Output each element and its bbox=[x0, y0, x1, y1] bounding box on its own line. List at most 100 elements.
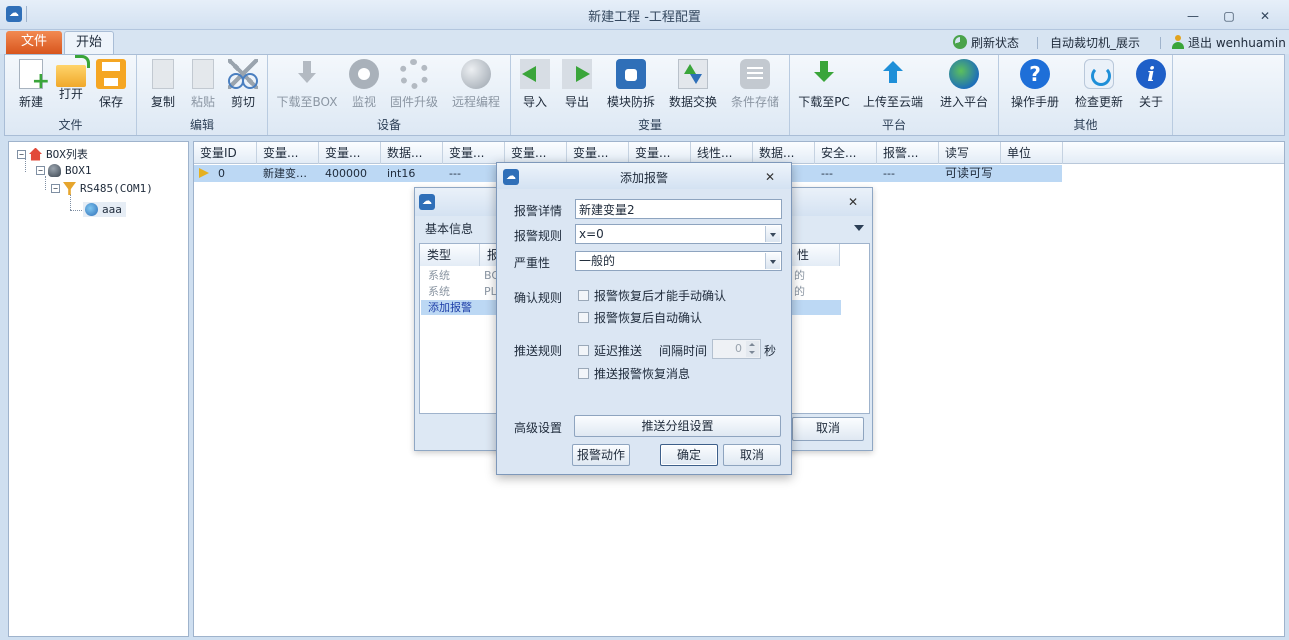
paste-button[interactable]: 粘贴 bbox=[185, 57, 221, 113]
update-icon bbox=[1084, 59, 1114, 89]
column-header[interactable]: 报警... bbox=[877, 142, 939, 164]
logout-label: 退出 wenhuamin bbox=[1188, 35, 1286, 50]
restore-button[interactable]: ▢ bbox=[1219, 8, 1239, 24]
column-header[interactable]: 读写 bbox=[939, 142, 1001, 164]
firmware-upgrade-button[interactable]: 固件升级 bbox=[386, 57, 442, 113]
new-file-icon bbox=[19, 59, 50, 94]
list-item[interactable]: 系统 bbox=[428, 268, 450, 284]
column-header-type[interactable]: 类型 bbox=[420, 244, 480, 266]
push-rule-label: 推送规则 bbox=[514, 344, 563, 358]
checkbox-icon bbox=[578, 345, 589, 356]
column-header[interactable]: 数据... bbox=[753, 142, 815, 164]
table-cell: 400000 bbox=[325, 167, 367, 180]
list-item[interactable]: 添加报警 bbox=[428, 300, 472, 316]
tree-node-aaa[interactable]: aaa bbox=[83, 202, 126, 217]
remote-programming-button[interactable]: 远程编程 bbox=[446, 57, 506, 113]
alarm-action-button[interactable]: 报警动作 bbox=[572, 444, 630, 466]
copy-button[interactable]: 复制 bbox=[145, 57, 181, 113]
tree-label-box1: BOX1 bbox=[65, 164, 92, 177]
column-header[interactable]: 变量... bbox=[505, 142, 567, 164]
column-header[interactable]: 单位 bbox=[1001, 142, 1063, 164]
logout-button[interactable]: 退出 wenhuamin bbox=[1172, 33, 1286, 51]
collapse-icon[interactable]: − bbox=[51, 184, 60, 193]
close-icon[interactable]: ✕ bbox=[848, 195, 858, 209]
alarm-rule-select[interactable]: x=0 bbox=[575, 224, 782, 244]
chevron-down-icon[interactable] bbox=[765, 226, 780, 242]
new-button[interactable]: 新建 bbox=[13, 57, 50, 113]
column-header[interactable]: 性 bbox=[790, 244, 840, 266]
column-header[interactable]: 变量... bbox=[257, 142, 319, 164]
chevron-down-icon[interactable] bbox=[854, 225, 864, 231]
export-button[interactable]: 导出 bbox=[559, 57, 595, 113]
minimize-button[interactable]: — bbox=[1183, 8, 1203, 24]
column-header[interactable]: 变量... bbox=[319, 142, 381, 164]
conditional-storage-button[interactable]: 条件存储 bbox=[727, 57, 783, 113]
module-anti-tamper-button[interactable]: 模块防拆 bbox=[603, 57, 659, 113]
box-tree-panel: − BOX列表 − BOX1 − RS485(COM1) aaa bbox=[8, 141, 189, 637]
home-icon bbox=[29, 147, 42, 161]
table-cell: --- bbox=[821, 167, 833, 180]
tree-label-aaa: aaa bbox=[102, 203, 122, 216]
severity-value: 一般的 bbox=[579, 254, 616, 268]
close-window-button[interactable]: ✕ bbox=[1255, 8, 1275, 24]
tab-start[interactable]: 开始 bbox=[64, 31, 114, 55]
column-header[interactable]: 安全... bbox=[815, 142, 877, 164]
check-update-button[interactable]: 检查更新 bbox=[1071, 57, 1127, 113]
cut-button[interactable]: 剪切 bbox=[225, 57, 261, 113]
column-header[interactable]: 变量... bbox=[567, 142, 629, 164]
table-cell: --- bbox=[883, 167, 895, 180]
tree-label-rs485: RS485(COM1) bbox=[80, 182, 153, 195]
column-header[interactable]: 线性... bbox=[691, 142, 753, 164]
globe-icon bbox=[461, 59, 491, 89]
import-button[interactable]: 导入 bbox=[517, 57, 553, 113]
tab-file[interactable]: 文件 bbox=[6, 31, 62, 54]
tree-node-rs485[interactable]: − RS485(COM1) bbox=[51, 182, 153, 195]
column-header[interactable]: 变量... bbox=[629, 142, 691, 164]
group-label-edit: 编辑 bbox=[189, 118, 214, 132]
push-recovery-checkbox[interactable]: 推送报警恢复消息 bbox=[578, 365, 690, 382]
ok-button[interactable]: 确定 bbox=[660, 444, 718, 466]
severity-select[interactable]: 一般的 bbox=[575, 251, 782, 271]
status-separator bbox=[1037, 37, 1038, 49]
column-header[interactable]: 变量ID bbox=[194, 142, 257, 164]
close-icon[interactable]: ✕ bbox=[765, 170, 775, 184]
upload-to-cloud-button[interactable]: 上传至云端 bbox=[862, 57, 924, 113]
collapse-icon[interactable]: − bbox=[17, 149, 26, 159]
refresh-status-button[interactable]: 刷新状态 bbox=[953, 33, 1019, 51]
enter-platform-button[interactable]: 进入平台 bbox=[936, 57, 992, 113]
download-to-box-button[interactable]: 下载至BOX bbox=[274, 57, 340, 113]
save-button[interactable]: 保存 bbox=[93, 57, 129, 113]
exchange-icon bbox=[678, 59, 708, 89]
download-to-pc-button[interactable]: 下载至PC bbox=[796, 57, 852, 113]
monitor-button[interactable]: 监视 bbox=[344, 57, 384, 113]
tree-node-box1[interactable]: − BOX1 bbox=[36, 164, 92, 177]
data-exchange-button[interactable]: 数据交换 bbox=[665, 57, 721, 113]
cancel-button[interactable]: 取消 bbox=[723, 444, 781, 466]
about-button[interactable]: i 关于 bbox=[1133, 57, 1169, 113]
stepper-up-icon[interactable] bbox=[746, 341, 759, 349]
interval-stepper[interactable]: 0 bbox=[712, 339, 761, 359]
stepper-down-icon[interactable] bbox=[746, 349, 759, 357]
push-group-settings-button[interactable]: 推送分组设置 bbox=[574, 415, 781, 437]
status-separator bbox=[1160, 37, 1161, 49]
table-cell: 新建变… bbox=[263, 167, 307, 180]
chevron-down-icon[interactable] bbox=[765, 253, 780, 269]
confirm-manual-checkbox[interactable]: 报警恢复后才能手动确认 bbox=[578, 287, 726, 304]
project-name: 自动裁切机_展示 bbox=[1050, 35, 1141, 50]
column-header[interactable]: 变量... bbox=[443, 142, 505, 164]
info-icon: i bbox=[1136, 59, 1166, 89]
cancel-button[interactable]: 取消 bbox=[792, 417, 864, 441]
group-label-other: 其他 bbox=[1073, 118, 1098, 132]
open-button[interactable]: 打开 bbox=[53, 55, 90, 113]
confirm-rule-label: 确认规则 bbox=[514, 291, 563, 305]
import-arrow-icon bbox=[520, 59, 550, 89]
user-manual-button[interactable]: ? 操作手册 bbox=[1007, 57, 1063, 113]
delay-push-checkbox[interactable]: 延迟推送 bbox=[578, 342, 642, 359]
column-header[interactable]: 数据... bbox=[381, 142, 443, 164]
confirm-auto-checkbox[interactable]: 报警恢复后自动确认 bbox=[578, 309, 702, 326]
alarm-detail-input[interactable] bbox=[575, 199, 782, 219]
collapse-icon[interactable]: − bbox=[36, 166, 45, 175]
tree-node-box-list[interactable]: − BOX列表 bbox=[17, 146, 88, 162]
device-globe-icon bbox=[85, 203, 98, 216]
list-item[interactable]: 系统 bbox=[428, 284, 450, 300]
